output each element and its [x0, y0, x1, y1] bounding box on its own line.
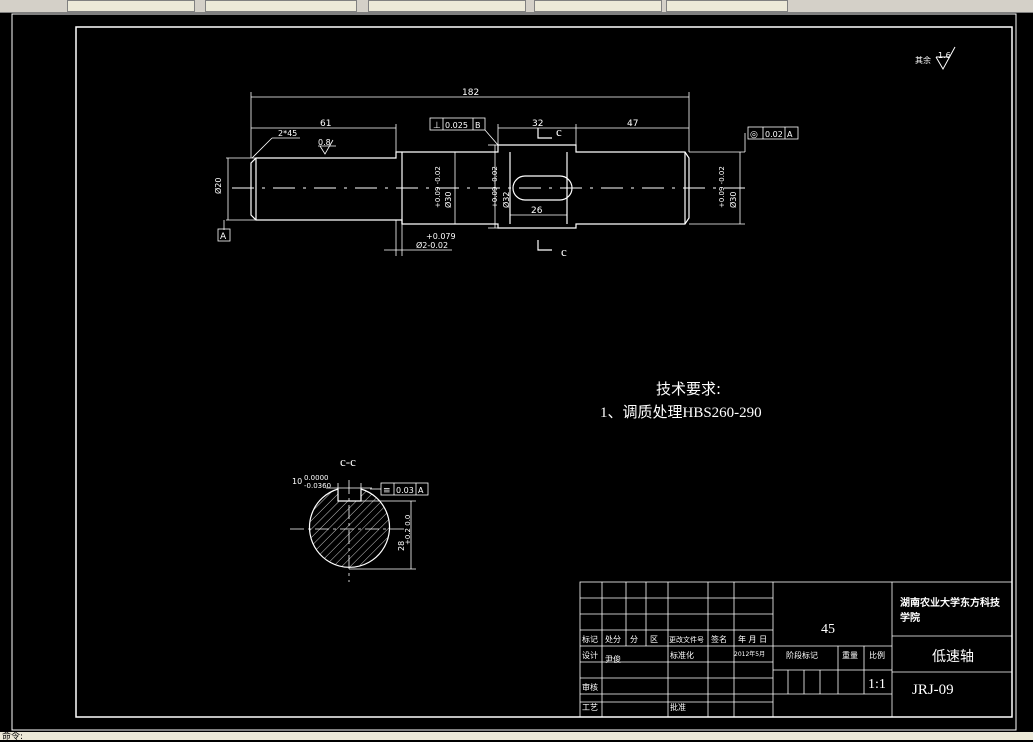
- section-view-title: c-c: [340, 454, 356, 469]
- dim-key-section-length: 32: [532, 119, 543, 129]
- section-marker-top: c: [556, 124, 562, 139]
- dim-chamfer: 2*45: [278, 129, 297, 138]
- tb-header-6: 年 月 日: [738, 634, 767, 644]
- section-cut-marks: [537, 128, 552, 251]
- tb-header-1: 处分: [605, 634, 621, 644]
- command-prompt: 命令:: [2, 732, 24, 742]
- tb-designer-label: 设计: [582, 650, 598, 660]
- tb-scale-label: 比例: [869, 650, 885, 660]
- tb-header-4: 更改文件号: [669, 635, 704, 644]
- symmetry-datum: A: [418, 486, 424, 495]
- section-key-width: 10: [292, 477, 302, 486]
- shaft-outline: [250, 144, 690, 229]
- symmetry-value: 0.03: [396, 486, 414, 495]
- dim-shoulder-tol-upper: +0.079: [426, 232, 456, 241]
- runout-value: 0.02: [765, 130, 783, 139]
- tb-review-label: 审核: [582, 682, 598, 692]
- perpendicular-value: 0.025: [445, 121, 468, 130]
- drawing-canvas[interactable]: 其余 1.6 c c 182 61 32 47 26 2*45 0.8 Ø20 …: [0, 0, 1033, 740]
- tb-header-3: 区: [650, 635, 658, 644]
- dim-mid-diameter-tol: +0.09 -0.02: [434, 166, 442, 208]
- dim-keyway-length: 26: [531, 206, 543, 216]
- tb-stage-label: 阶段标记: [786, 650, 818, 660]
- dim-mid-diameter: Ø30: [443, 192, 453, 208]
- section-marker-bottom: c: [561, 244, 567, 259]
- runout-datum: A: [787, 130, 793, 139]
- tb-drawing-no: JRJ-09: [912, 682, 954, 698]
- section-key-tol-upper: 0.0000: [304, 474, 329, 482]
- tb-header-2: 分: [630, 635, 638, 644]
- tb-header-5: 签名: [711, 634, 727, 644]
- tb-standard-label: 标准化: [670, 650, 694, 660]
- dimension-lines: [223, 92, 746, 256]
- tb-school: 湖南农业大学东方科技学院: [900, 598, 1000, 624]
- perpendicular-datum: B: [475, 121, 481, 130]
- tech-requirements-title: 技术要求:: [656, 380, 721, 398]
- tb-approve-label: 批准: [670, 702, 686, 712]
- tb-part-name: 低速轴: [932, 649, 974, 665]
- datum-a-label: A: [220, 232, 227, 242]
- perpendicularity-frame: ⊥ 0.025 B: [429, 117, 486, 131]
- dim-right-diameter: Ø30: [728, 192, 738, 208]
- tech-requirements-item-1: 1、调质处理HBS260-290: [600, 404, 762, 421]
- runout-frame: ◎ 0.02 A: [747, 126, 799, 140]
- dim-right-diameter-tol: +0.09 -0.02: [718, 166, 726, 208]
- status-bar: 命令:: [0, 732, 1033, 742]
- tb-school-wrap: 湖南农业大学东方科技学院: [900, 598, 1000, 624]
- section-depth-tol: +0.2 0.0: [404, 515, 412, 545]
- dim-overall-length: 182: [462, 88, 479, 98]
- section-key-tol-lower: -0.0360: [304, 482, 331, 490]
- dim-left-diameter: Ø20: [213, 178, 223, 194]
- runout-symbol: ◎: [750, 130, 758, 140]
- inner-frame: [75, 26, 1013, 718]
- perpendicular-symbol: ⊥: [433, 121, 441, 131]
- tb-material: 45: [821, 622, 835, 637]
- dim-left-length: 61: [320, 119, 331, 129]
- tb-weight-label: 重量: [842, 650, 858, 660]
- roughness-other: 其余 1.6: [915, 46, 956, 71]
- tb-designer: 尹俊: [605, 654, 621, 664]
- dim-shoulder-tol-lower: Ø2-0.02: [416, 240, 448, 250]
- dim-right-length: 47: [627, 119, 638, 129]
- dim-key-diameter-tol: +0.09 -0.02: [491, 166, 499, 208]
- roughness-other-label: 其余: [915, 55, 931, 65]
- tb-date: 2012年5月: [734, 650, 765, 658]
- tb-header-0: 标记: [582, 634, 598, 644]
- tb-process-label: 工艺: [582, 703, 598, 712]
- dim-key-diameter: Ø32: [501, 192, 511, 208]
- symmetry-frame: ≡ 0.03 A: [380, 482, 429, 496]
- outer-frame: [11, 13, 1017, 731]
- symmetry-symbol: ≡: [383, 486, 391, 496]
- tb-scale: 1:1: [868, 677, 886, 692]
